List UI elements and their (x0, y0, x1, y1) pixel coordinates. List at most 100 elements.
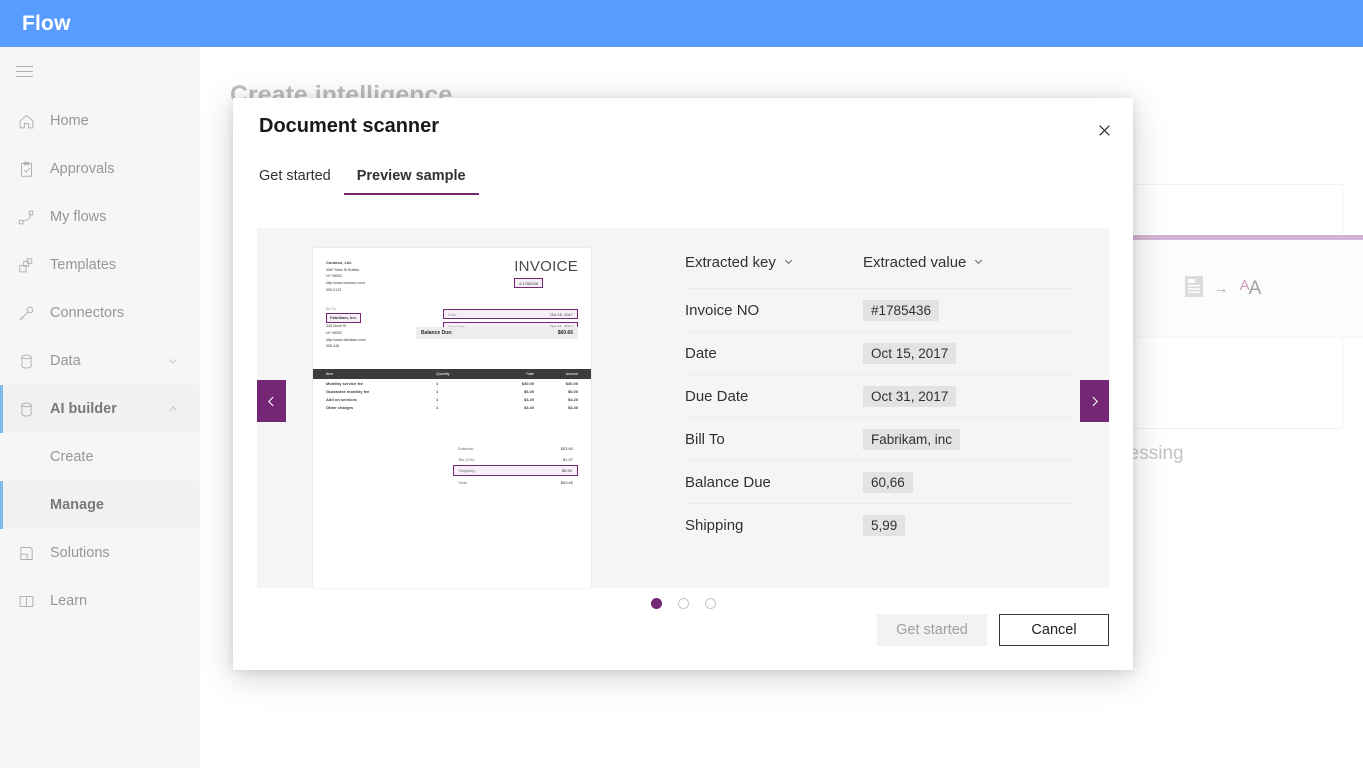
extracted-key: Bill To (685, 431, 863, 448)
line-item-qty: 1 (436, 405, 482, 410)
extracted-key: Balance Due (685, 474, 863, 491)
line-item-amount: $3.40 (534, 405, 578, 410)
cancel-button[interactable]: Cancel (999, 614, 1109, 646)
invoice-line-item: Monthly service fee 1 $40.00 $40.00 (313, 379, 591, 387)
invoice-total-value: $60.66 (561, 480, 573, 485)
invoice-col-amount: Amount (534, 372, 578, 376)
line-item-amount: $4.20 (534, 397, 578, 402)
invoice-col-rate: Rate (482, 372, 534, 376)
sample-invoice-image: Contoso, Ltd. 4567 Main St Buffalo NY 98… (313, 248, 591, 588)
line-item-rate: $40.00 (482, 381, 534, 386)
carousel-dot-1[interactable] (651, 598, 662, 609)
invoice-tax-label: Tax (2%): (458, 457, 475, 462)
column-header-label: Extracted key (685, 254, 776, 271)
invoice-subtotal-row: Subtotal: $53.60 (453, 444, 578, 453)
invoice-balance-due-row: Balance Due: $60.66 (416, 327, 578, 339)
invoice-date-highlight: Date: Oct 15, 2017 (443, 309, 578, 319)
invoice-from-city: NY 98052 (326, 274, 342, 278)
invoice-heading: INVOICE (514, 259, 578, 274)
line-item-rate: $4.20 (482, 397, 534, 402)
carousel-dot-2[interactable] (678, 598, 689, 609)
invoice-totals-block: Subtotal: $53.60 Tax (2%): $1.07 Shippin… (453, 444, 578, 488)
table-row: Due Date Oct 31, 2017 (685, 374, 1073, 417)
sample-document-viewer: Contoso, Ltd. 4567 Main St Buffalo NY 98… (257, 228, 647, 588)
invoice-col-quantity: Quantity (436, 372, 482, 376)
invoice-date-value: Oct 15, 2017 (550, 312, 573, 317)
invoice-from-block: Contoso, Ltd. 4567 Main St Buffalo NY 98… (326, 259, 365, 293)
close-icon[interactable] (1089, 116, 1119, 144)
invoice-from-name: Contoso, Ltd. (326, 260, 352, 265)
invoice-table-header: Item Quantity Rate Amount (313, 369, 591, 379)
chevron-down-icon (783, 254, 794, 271)
dialog-footer: Get started Cancel (877, 614, 1109, 646)
invoice-balance-due-value: $60.66 (558, 330, 573, 336)
extracted-key: Shipping (685, 517, 863, 534)
line-item-name: Guarantee monthly fee (326, 389, 436, 394)
invoice-bill-to-label: Bill To: (326, 307, 337, 311)
column-header-extracted-value[interactable]: Extracted value (863, 254, 984, 271)
invoice-bill-to-street: 345 North St (326, 324, 346, 328)
carousel-next-button[interactable] (1080, 380, 1109, 422)
line-item-qty: 1 (436, 397, 482, 402)
extracted-value: Fabrikam, inc (863, 429, 960, 450)
invoice-balance-due-label: Balance Due: (421, 330, 453, 336)
invoice-from-street: 4567 Main St Buffalo (326, 268, 359, 272)
dialog-title: Document scanner (259, 115, 439, 138)
invoice-bill-to-phone: 555-345 (326, 344, 339, 348)
invoice-tax-value: $1.07 (563, 457, 573, 462)
extracted-value: 5,99 (863, 515, 905, 536)
table-row: Bill To Fabrikam, inc (685, 417, 1073, 460)
invoice-from-phone: 555-0123 (326, 288, 341, 292)
invoice-date-label: Date: (448, 312, 458, 317)
invoice-bill-to-city: NY 98052 (326, 331, 342, 335)
column-header-extracted-key[interactable]: Extracted key (685, 254, 863, 271)
extracted-table-header: Extracted key Extracted value (685, 254, 1073, 288)
table-row: Date Oct 15, 2017 (685, 331, 1073, 374)
invoice-from-web: http://www.contoso.com/ (326, 281, 365, 285)
line-item-qty: 1 (436, 381, 482, 386)
invoice-total-label: Total: (458, 480, 468, 485)
invoice-col-item: Item (326, 372, 436, 376)
extracted-key: Date (685, 345, 863, 362)
column-header-label: Extracted value (863, 254, 966, 271)
line-item-name: Add on services (326, 397, 436, 402)
invoice-shipping-highlight: Shipping: $5.99 (453, 465, 578, 476)
dialog-tabs: Get started Preview sample (259, 168, 479, 195)
invoice-subtotal-value: $53.60 (561, 446, 573, 451)
table-row: Invoice NO #1785436 (685, 288, 1073, 331)
carousel-prev-button[interactable] (257, 380, 286, 422)
extracted-key: Invoice NO (685, 302, 863, 319)
chevron-down-icon (973, 254, 984, 271)
invoice-shipping-value: $5.99 (562, 468, 572, 473)
invoice-bill-to-highlight: Fabrikam, Inc. (326, 313, 361, 323)
tab-get-started[interactable]: Get started (259, 168, 344, 195)
extracted-value: #1785436 (863, 300, 939, 321)
line-item-rate: $6.00 (482, 389, 534, 394)
extracted-fields-table: Extracted key Extracted value Invoice NO… (647, 228, 1109, 588)
line-item-amount: $6.00 (534, 389, 578, 394)
get-started-button[interactable]: Get started (877, 614, 987, 646)
invoice-shipping-label: Shipping: (459, 468, 476, 473)
invoice-number-highlight: # 1785436 (514, 278, 543, 288)
table-row: Shipping 5,99 (685, 503, 1073, 546)
extracted-value: Oct 31, 2017 (863, 386, 956, 407)
carousel-dots (233, 598, 1133, 609)
line-item-amount: $40.00 (534, 381, 578, 386)
invoice-subtotal-label: Subtotal: (458, 446, 474, 451)
invoice-total-row: Total: $60.66 (453, 478, 578, 487)
extracted-value: Oct 15, 2017 (863, 343, 956, 364)
invoice-line-item: Guarantee monthly fee 1 $6.00 $6.00 (313, 387, 591, 395)
invoice-line-item: Add on services 1 $4.20 $4.20 (313, 395, 591, 403)
invoice-bill-to-web: http://www.fabrikam.com/ (326, 338, 366, 342)
carousel-dot-3[interactable] (705, 598, 716, 609)
line-item-qty: 1 (436, 389, 482, 394)
table-row: Balance Due 60,66 (685, 460, 1073, 503)
invoice-tax-row: Tax (2%): $1.07 (453, 455, 578, 464)
line-item-name: Other charges (326, 405, 436, 410)
tab-preview-sample[interactable]: Preview sample (344, 168, 479, 195)
extracted-value: 60,66 (863, 472, 913, 493)
invoice-line-item: Other charges 1 $3.40 $3.40 (313, 404, 591, 412)
extracted-key: Due Date (685, 388, 863, 405)
line-item-rate: $3.40 (482, 405, 534, 410)
invoice-line-items-table: Item Quantity Rate Amount Monthly servic… (313, 369, 591, 412)
